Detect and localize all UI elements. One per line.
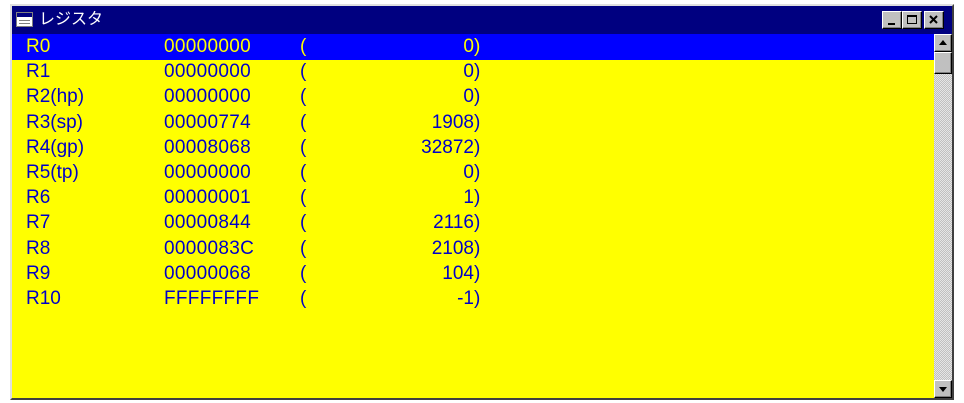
window-title: レジスタ [39, 9, 104, 28]
open-paren: ( [300, 262, 307, 284]
register-decimal-value: 104 [442, 262, 474, 284]
maximize-icon [907, 15, 917, 24]
close-paren: ) [474, 262, 481, 284]
maximize-button[interactable] [902, 11, 922, 29]
close-paren: ) [474, 86, 481, 108]
open-paren: ( [300, 86, 307, 108]
register-name: R2(hp) [26, 86, 85, 108]
register-row[interactable]: R4(gp) 00008068 (32872) [12, 135, 934, 160]
register-hex-value: 00000000 [164, 61, 251, 83]
register-hex-value: FFFFFFFF [164, 288, 260, 309]
register-name: R9 [26, 262, 51, 284]
register-row[interactable]: R1 00000000 (0) [12, 59, 934, 84]
register-hex-value: 00000000 [164, 36, 251, 57]
register-decimal-value: 2108 [431, 237, 474, 259]
register-decimal-value: -1 [457, 288, 474, 309]
register-name: R4(gp) [26, 136, 85, 158]
close-paren: ) [474, 212, 481, 234]
scroll-up-button[interactable] [934, 34, 952, 52]
register-hex-value: 00008068 [164, 136, 251, 158]
register-decimal-value: 1908 [431, 111, 474, 133]
register-hex-value: 00000844 [164, 212, 251, 234]
register-row[interactable]: R9 00000068 (104) [12, 261, 934, 286]
register-hex-value: 00000068 [164, 262, 251, 284]
title-bar[interactable]: レジスタ [12, 6, 952, 34]
window-icon[interactable] [16, 12, 33, 27]
close-paren: ) [474, 111, 481, 133]
register-window: レジスタ R0 00000000(0) R1 00000000(0) R2(hp) 000… [10, 4, 954, 400]
register-decimal-value: 1 [463, 187, 474, 209]
register-hex-value: 00000000 [164, 162, 251, 183]
register-name: R1 [26, 61, 51, 83]
close-paren: ) [474, 187, 481, 209]
close-paren: ) [474, 136, 481, 158]
register-decimal-value: 32872 [421, 136, 474, 158]
scroll-down-button[interactable] [934, 380, 952, 398]
register-name: R7 [26, 212, 51, 234]
open-paren: ( [300, 212, 307, 234]
register-decimal-value: 0 [463, 36, 474, 57]
register-name: R5(tp) [26, 162, 79, 183]
minimize-button[interactable] [882, 11, 902, 29]
close-paren: ) [474, 61, 481, 83]
register-name: R0 [26, 36, 51, 57]
close-paren: ) [474, 162, 481, 183]
register-row[interactable]: R6 00000001 (1) [12, 185, 934, 210]
register-decimal-value: 2116 [433, 212, 474, 234]
close-paren: ) [474, 36, 481, 57]
register-row[interactable]: R5(tp) 00000000 (0) [12, 160, 934, 185]
register-row[interactable]: R8 0000083C (2108) [12, 236, 934, 261]
scroll-down-arrow-icon [939, 387, 947, 392]
open-paren: ( [300, 288, 307, 309]
register-row[interactable]: R10 FFFFFFFF ( -1) [12, 286, 934, 311]
close-paren: ) [474, 237, 481, 259]
register-decimal-value: 0 [463, 162, 474, 183]
register-name: R10 [26, 288, 61, 309]
close-paren: ) [474, 288, 481, 309]
open-paren: ( [300, 237, 307, 259]
open-paren: ( [300, 136, 307, 158]
scroll-thumb[interactable] [934, 52, 952, 74]
register-hex-value: 00000000 [164, 86, 251, 108]
register-name: R8 [26, 237, 51, 259]
open-paren: ( [300, 61, 307, 83]
register-row[interactable]: R2(hp) 00000000 (0) [12, 84, 934, 109]
close-icon [929, 15, 938, 24]
open-paren: ( [300, 36, 307, 57]
register-decimal-value: 0 [463, 61, 474, 83]
register-row[interactable]: R0 00000000 (0) [12, 34, 934, 60]
open-paren: ( [300, 162, 307, 183]
register-row[interactable]: R3(sp) 00000774 (1908) [12, 110, 934, 135]
register-name: R6 [26, 187, 51, 209]
open-paren: ( [300, 187, 307, 209]
minimize-icon [888, 23, 895, 25]
register-name: R3(sp) [26, 111, 84, 133]
register-hex-value: 0000083C [164, 237, 255, 259]
register-hex-value: 00000774 [164, 111, 251, 133]
register-decimal-value: 0 [463, 86, 474, 108]
register-row[interactable]: R7 00000844 (2116) [12, 210, 934, 235]
register-hex-value: 00000001 [164, 187, 251, 209]
vertical-scrollbar[interactable] [934, 34, 952, 398]
scroll-up-arrow-icon [939, 40, 947, 45]
open-paren: ( [300, 111, 307, 133]
close-button[interactable] [924, 11, 944, 29]
register-list[interactable]: R0 00000000(0) R1 00000000(0) R2(hp) 00000000… [12, 34, 934, 398]
